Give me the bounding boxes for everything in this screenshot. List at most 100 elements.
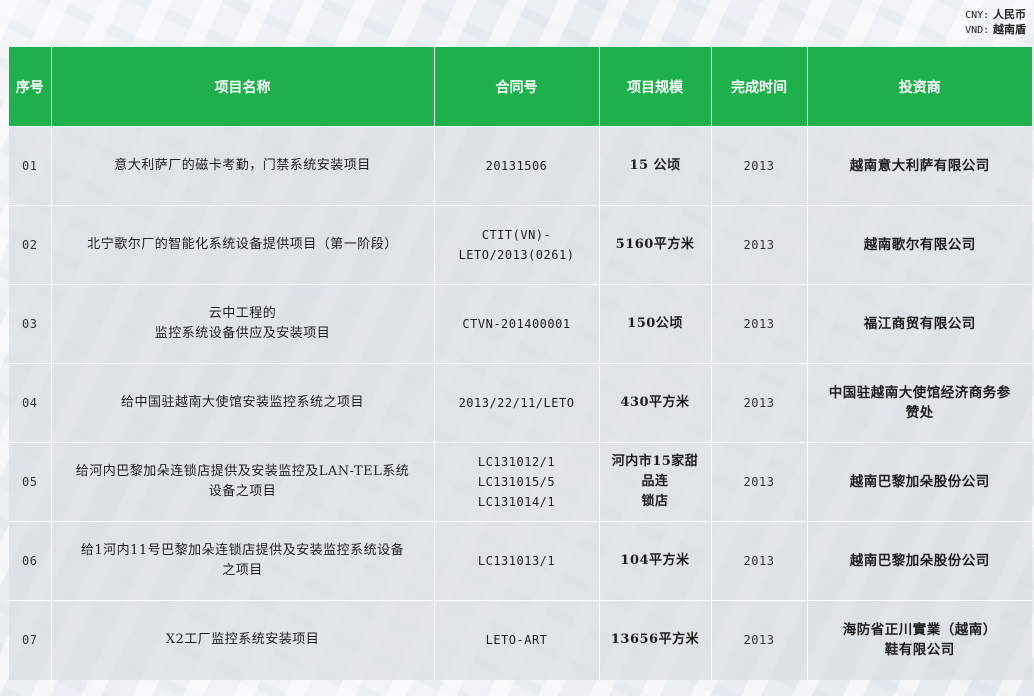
cell-contract-line: CTVN-201400001 bbox=[462, 317, 571, 331]
header-investor: 投资商 bbox=[807, 47, 1032, 127]
cell-scale-line: 15 公顷 bbox=[629, 158, 681, 173]
cell-contract-line: 20131506 bbox=[485, 159, 548, 173]
cell-investor: 中国驻越南大使馆经济商务参 赞处 bbox=[807, 363, 1032, 443]
cell-contract-line: LC131013/1 bbox=[477, 554, 556, 568]
cell-investor: 海防省正川實業（越南） 鞋有限公司 bbox=[807, 600, 1032, 680]
cell-project-name-line: 给中国驻越南大使馆安装监控系统之项目 bbox=[120, 395, 364, 410]
cell-scale: 430平方米 bbox=[599, 363, 712, 443]
cell-contract-line: LC131012/1 bbox=[477, 455, 556, 469]
cell-contract: LC131013/1 bbox=[434, 521, 600, 601]
cell-investor-line: 中国驻越南大使馆经济商务参 bbox=[828, 385, 1011, 401]
cell-project-name-line: 意大利萨厂的磁卡考勤，门禁系统安装项目 bbox=[114, 158, 371, 173]
cell-investor-line: 越南歌尔有限公司 bbox=[863, 237, 976, 253]
cell-scale-line: 锁店 bbox=[641, 494, 669, 509]
cell-contract: LC131012/1 LC131015/5 LC131014/1 bbox=[434, 442, 600, 522]
cell-investor: 越南歌尔有限公司 bbox=[807, 205, 1032, 285]
cell-no: 06 bbox=[9, 521, 52, 601]
header-scale: 项目规模 bbox=[599, 47, 712, 127]
cell-project-name-line: 给1河内11号巴黎加朵连锁店提供及安装监控系统设备 bbox=[80, 543, 405, 558]
cell-scale: 5160平方米 bbox=[599, 205, 712, 285]
cell-no: 02 bbox=[9, 205, 52, 285]
cell-contract: LETO-ART bbox=[434, 600, 600, 680]
cell-investor: 越南意大利萨有限公司 bbox=[807, 126, 1032, 206]
cell-project-name-line: 云中工程的 bbox=[208, 306, 277, 321]
cell-scale-line: 430平方米 bbox=[620, 395, 690, 410]
cell-project-name: X2工厂监控系统安装项目 bbox=[51, 600, 435, 680]
table-header-row: 序号 项目名称 合同号 项目规模 完成时间 投资商 bbox=[9, 47, 1032, 127]
cell-investor-line: 越南意大利萨有限公司 bbox=[849, 158, 990, 174]
project-table-container: 序号 项目名称 合同号 项目规模 完成时间 投资商 01 意大利萨厂的磁卡考勤，门… bbox=[9, 47, 1032, 680]
header-contract: 合同号 bbox=[434, 47, 600, 127]
cell-project-name-line: 监控系统设备供应及安装项目 bbox=[154, 326, 331, 341]
cell-scale: 河内市15家甜品连锁店 bbox=[599, 442, 712, 522]
cell-completion: 2013 bbox=[711, 284, 808, 364]
cell-project-name-line: 北宁歌尔厂的智能化系统设备提供项目（第一阶段） bbox=[87, 237, 398, 252]
cell-contract: 2013/22/11/LETO bbox=[434, 363, 600, 443]
table-row: 05 给河内巴黎加朵连锁店提供及安装监控及LAN-TEL系统 设备之项目 LC1310… bbox=[9, 442, 1032, 522]
currency-cny-label: 人民币 bbox=[993, 8, 1026, 21]
currency-note: CNY: 人民币 VND: 越南盾 bbox=[965, 8, 1026, 38]
table-row: 03 云中工程的 监控系统设备供应及安装项目 CTVN-201400001 150公顷 2… bbox=[9, 284, 1032, 364]
currency-cny-code: CNY: bbox=[965, 10, 990, 21]
header-completion: 完成时间 bbox=[711, 47, 808, 127]
cell-investor: 越南巴黎加朵股份公司 bbox=[807, 442, 1032, 522]
currency-vnd-label: 越南盾 bbox=[993, 23, 1026, 36]
cell-no: 01 bbox=[9, 126, 52, 206]
cell-contract-line: LC131015/5 bbox=[477, 475, 556, 489]
cell-investor-line: 鞋有限公司 bbox=[884, 642, 955, 659]
table-row: 07 X2工厂监控系统安装项目 LETO-ART 13656平方米 2013 海防省正川實… bbox=[9, 600, 1032, 680]
cell-investor-line: 福江商贸有限公司 bbox=[863, 316, 976, 332]
cell-project-name-line: 之项目 bbox=[222, 563, 263, 578]
cell-completion: 2013 bbox=[711, 521, 808, 601]
cell-scale-line: 13656平方米 bbox=[610, 632, 700, 648]
cell-scale-line: 150公顷 bbox=[627, 316, 683, 331]
cell-no: 07 bbox=[9, 600, 52, 680]
cell-no: 03 bbox=[9, 284, 52, 364]
cell-contract: CTIT(VN)- LETO/2013(0261) bbox=[434, 205, 600, 285]
cell-contract-line: LETO/2013(0261) bbox=[458, 248, 575, 262]
table-row: 02 北宁歌尔厂的智能化系统设备提供项目（第一阶段） CTIT(VN)- LETO/2… bbox=[9, 205, 1032, 285]
cell-contract: 20131506 bbox=[434, 126, 600, 206]
table-row: 06 给1河内11号巴黎加朵连锁店提供及安装监控系统设备 之项目 LC131013/1… bbox=[9, 521, 1032, 601]
cell-project-name-line: 设备之项目 bbox=[208, 484, 277, 499]
cell-project-name: 意大利萨厂的磁卡考勤，门禁系统安装项目 bbox=[51, 126, 435, 206]
cell-investor: 越南巴黎加朵股份公司 bbox=[807, 521, 1032, 601]
cell-scale-line: 5160平方米 bbox=[615, 237, 695, 252]
cell-scale: 15 公顷 bbox=[599, 126, 712, 206]
currency-vnd-code: VND: bbox=[965, 25, 990, 36]
cell-scale-line: 104平方米 bbox=[620, 553, 690, 568]
table-body: 01 意大利萨厂的磁卡考勤，门禁系统安装项目 20131506 15 公顷 2013 越南… bbox=[9, 126, 1032, 680]
cell-project-name: 北宁歌尔厂的智能化系统设备提供项目（第一阶段） bbox=[51, 205, 435, 285]
cell-project-name-line: X2工厂监控系统安装项目 bbox=[165, 632, 320, 648]
cell-investor-line: 海防省正川實業（越南） bbox=[842, 622, 997, 639]
table-row: 04 给中国驻越南大使馆安装监控系统之项目 2013/22/11/LETO 430平方… bbox=[9, 363, 1032, 443]
cell-completion: 2013 bbox=[711, 126, 808, 206]
cell-no: 04 bbox=[9, 363, 52, 443]
cell-completion: 2013 bbox=[711, 363, 808, 443]
cell-project-name: 给河内巴黎加朵连锁店提供及安装监控及LAN-TEL系统 设备之项目 bbox=[51, 442, 435, 522]
cell-investor-line: 赞处 bbox=[905, 405, 934, 421]
cell-scale-line: 河内市15家甜品连 bbox=[611, 454, 699, 489]
cell-scale: 104平方米 bbox=[599, 521, 712, 601]
cell-contract-line: CTIT(VN)- bbox=[481, 228, 552, 242]
cell-contract-line: 2013/22/11/LETO bbox=[458, 396, 575, 410]
cell-contract-line: LC131014/1 bbox=[477, 495, 556, 509]
cell-scale: 13656平方米 bbox=[599, 600, 712, 680]
cell-project-name: 给中国驻越南大使馆安装监控系统之项目 bbox=[51, 363, 435, 443]
table-row: 01 意大利萨厂的磁卡考勤，门禁系统安装项目 20131506 15 公顷 2013 越南… bbox=[9, 126, 1032, 206]
cell-investor: 福江商贸有限公司 bbox=[807, 284, 1032, 364]
cell-project-name: 给1河内11号巴黎加朵连锁店提供及安装监控系统设备 之项目 bbox=[51, 521, 435, 601]
header-no: 序号 bbox=[9, 47, 52, 127]
cell-completion: 2013 bbox=[711, 442, 808, 522]
cell-contract: CTVN-201400001 bbox=[434, 284, 600, 364]
cell-scale: 150公顷 bbox=[599, 284, 712, 364]
cell-investor-line: 越南巴黎加朵股份公司 bbox=[849, 553, 990, 569]
cell-contract-line: LETO-ART bbox=[485, 633, 548, 648]
cell-investor-line: 越南巴黎加朵股份公司 bbox=[849, 474, 990, 490]
currency-vnd: VND: 越南盾 bbox=[965, 23, 1026, 38]
currency-cny: CNY: 人民币 bbox=[965, 8, 1026, 23]
cell-project-name-line: 给河内巴黎加朵连锁店提供及安装监控及LAN-TEL系统 bbox=[75, 464, 410, 479]
header-project-name: 项目名称 bbox=[51, 47, 435, 127]
cell-project-name: 云中工程的监控系统设备供应及安装项目 bbox=[51, 284, 435, 364]
cell-no: 05 bbox=[9, 442, 52, 522]
